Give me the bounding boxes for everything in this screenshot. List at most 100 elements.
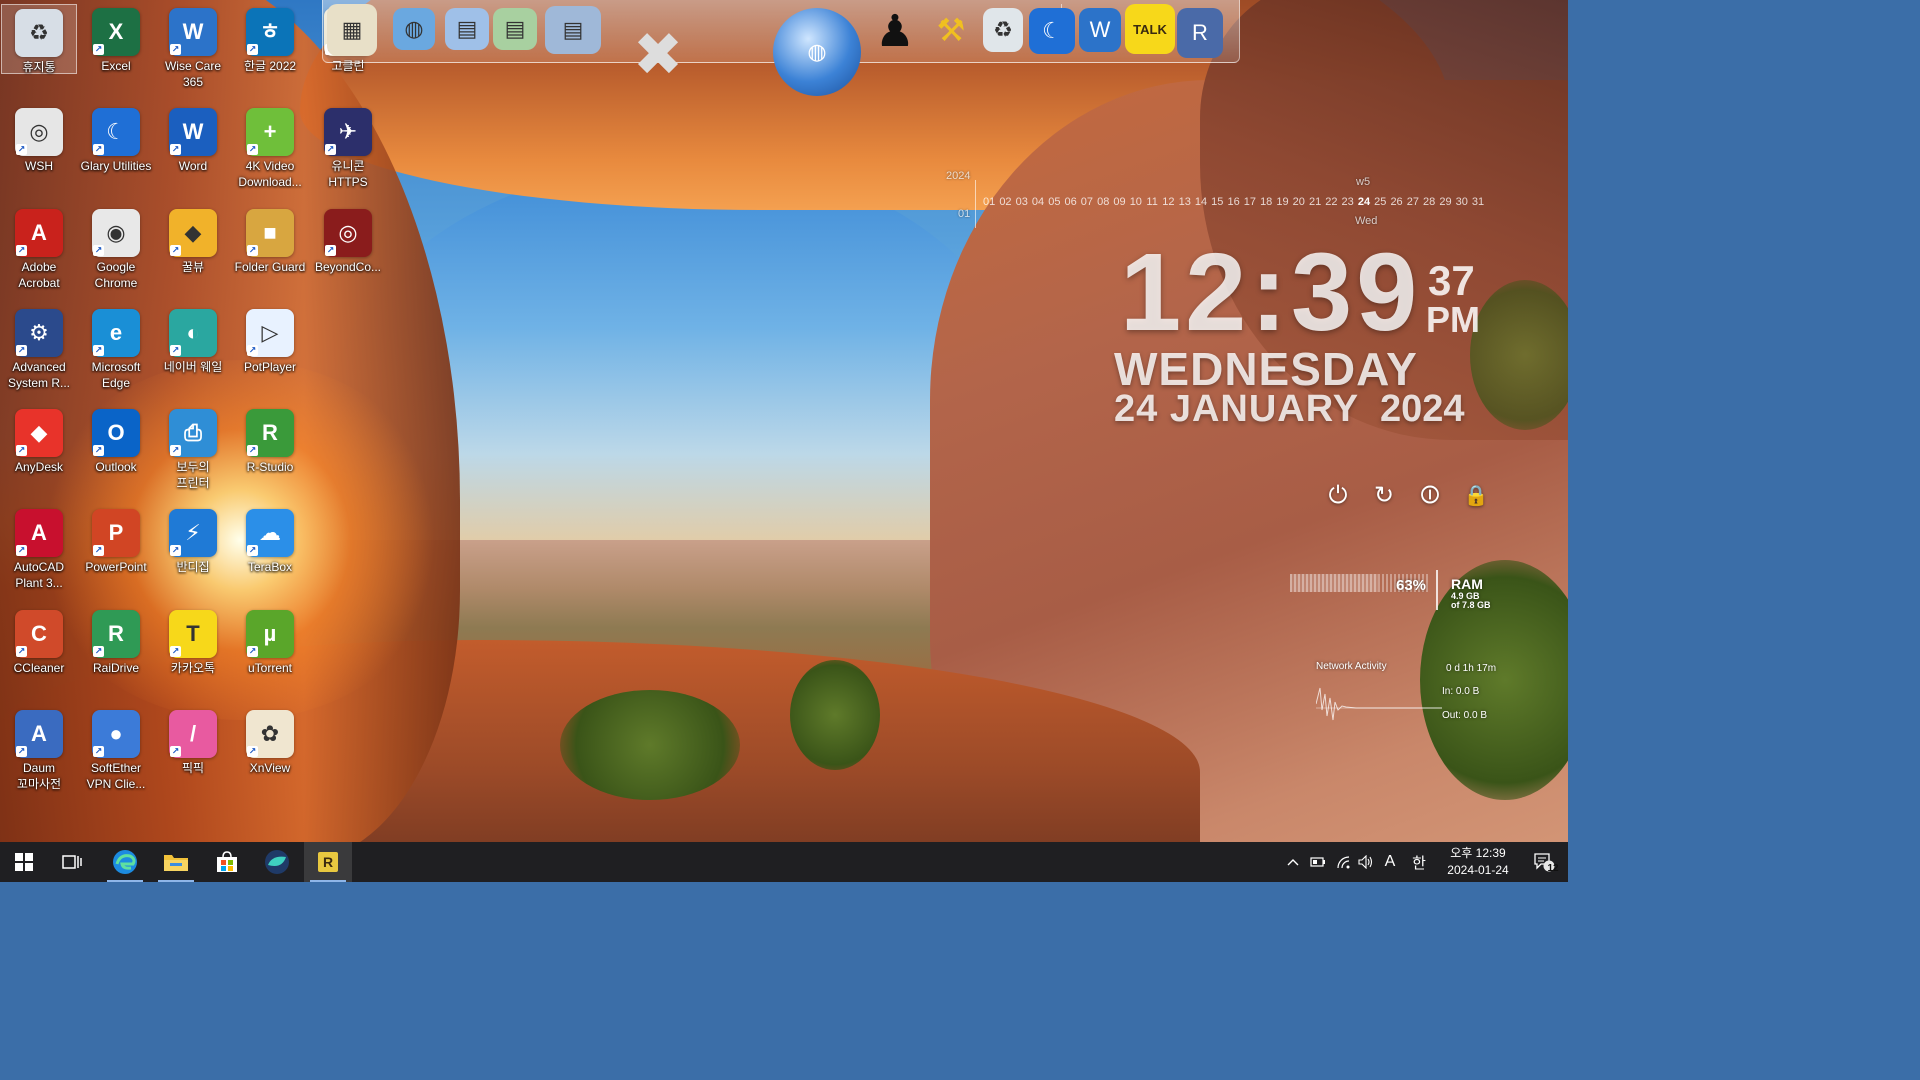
desktop-shortcut[interactable]: µ ↗ uTorrent	[232, 606, 308, 702]
desktop-shortcut[interactable]: ◉ ↗ Google Chrome	[78, 205, 154, 301]
ime-mode-hangul[interactable]: 한	[1408, 852, 1430, 872]
desktop-shortcut-label: TeraBox	[247, 560, 293, 574]
file-explorer-icon[interactable]	[152, 842, 200, 882]
adobe-acrobat-icon: A ↗	[15, 209, 63, 257]
desktop-shortcut[interactable]: P ↗ PowerPoint	[78, 505, 154, 601]
shutdown-icon[interactable]: ⏼	[1416, 482, 1444, 510]
taskbar-time: 오후 12:39	[1450, 846, 1506, 860]
desktop-shortcut[interactable]: T ↗ 카카오톡	[155, 606, 231, 702]
softether-vpn-icon-glyph: ●	[109, 721, 123, 746]
power-off-icon[interactable]: ⏻	[1324, 482, 1352, 510]
windows-start-icon[interactable]	[0, 842, 48, 882]
desktop-shortcut[interactable]: R ↗ RaiDrive	[78, 606, 154, 702]
desktop-shortcut[interactable]: ♻ 휴지통	[1, 4, 77, 74]
desktop-shortcut[interactable]: ☁ ↗ TeraBox	[232, 505, 308, 601]
calendar-day: 19	[1276, 196, 1289, 208]
desktop-shortcut[interactable]: ✈ ↗ 유니콘 HTTPS	[310, 104, 386, 200]
shortcut-arrow-icon: ↗	[247, 44, 258, 55]
dock-kakaotalk-icon[interactable]: TALK	[1125, 4, 1175, 54]
tray-overflow-chevron-icon[interactable]	[1284, 852, 1302, 872]
word-icon: W ↗	[169, 108, 217, 156]
r-launcher-icon[interactable]: R	[304, 842, 352, 882]
wsh-icon: ◎ ↗	[15, 108, 63, 156]
restart-icon[interactable]: ↻	[1370, 482, 1398, 510]
calendar-day: 22	[1325, 196, 1338, 208]
dock-recycle-bin-icon[interactable]: ♻	[983, 8, 1023, 52]
ime-mode-a[interactable]: A	[1380, 852, 1400, 872]
dock-tshirt-icon[interactable]: ♟	[871, 4, 919, 58]
calendar-day: 01	[983, 196, 996, 208]
desktop-shortcut[interactable]: ◎ ↗ WSH	[1, 104, 77, 200]
desktop-shortcut[interactable]: C ↗ CCleaner	[1, 606, 77, 702]
kakaotalk-icon: T ↗	[169, 610, 217, 658]
desktop-shortcut[interactable]: A ↗ AutoCAD Plant 3...	[1, 505, 77, 601]
desktop-shortcut[interactable]: O ↗ Outlook	[78, 405, 154, 501]
desktop-shortcut-label: 카카오톡	[170, 661, 216, 675]
taskbar-date: 2024-01-24	[1447, 863, 1509, 877]
desktop-shortcut[interactable]: + ↗ 4K Video Download...	[232, 104, 308, 200]
dock-system-tools-icon[interactable]: ✖	[613, 10, 703, 100]
dock-folder-green-icon[interactable]: ▤	[493, 8, 537, 50]
desktop-shortcut-label: Glary Utilities	[80, 159, 152, 173]
desktop-shortcut[interactable]: A ↗ Adobe Acrobat	[1, 205, 77, 301]
shortcut-arrow-icon: ↗	[16, 646, 27, 657]
desktop-shortcut[interactable]: ㅎ ↗ 한글 2022	[232, 4, 308, 100]
taskbar-clock[interactable]: 오후 12:39 2024-01-24	[1440, 845, 1516, 879]
desktop-shortcut[interactable]: ⎙ ↗ 보두의 프린터	[155, 405, 231, 501]
desktop-shortcut[interactable]: / ↗ 픽픽	[155, 706, 231, 802]
naver-whale-icon[interactable]	[253, 842, 301, 882]
dock-folder-icon[interactable]: ▤	[445, 8, 489, 50]
dock-internet-globe-icon[interactable]: ◍	[773, 8, 861, 96]
dock-glary-utilities-icon[interactable]: ☾	[1029, 8, 1075, 54]
desktop-shortcut-label: Daum 꼬마사전	[16, 761, 62, 791]
anydesk-icon-glyph: ◆	[30, 420, 48, 445]
desktop-shortcut[interactable]: ⚙ ↗ Advanced System R...	[1, 305, 77, 401]
desktop-shortcut[interactable]: W ↗ Word	[155, 104, 231, 200]
microsoft-store-icon[interactable]	[203, 842, 251, 882]
desktop-shortcut-label: Advanced System R...	[7, 360, 70, 390]
dock-web-globe-icon[interactable]: ◍	[393, 8, 435, 50]
desktop-shortcut[interactable]: ◆ ↗ AnyDesk	[1, 405, 77, 501]
calendar-day: 15	[1211, 196, 1224, 208]
desktop-shortcut[interactable]: ◆ ↗ 꿀뷰	[155, 205, 231, 301]
autocad-plant3d-icon: A ↗	[15, 509, 63, 557]
calendar-day: 28	[1423, 196, 1436, 208]
desktop-shortcut[interactable]: A ↗ Daum 꼬마사전	[1, 706, 77, 802]
unicorn-https-icon-glyph: ✈	[338, 119, 358, 144]
dock-folder-disk-icon[interactable]: ▤	[545, 6, 601, 54]
dock-r-launcher-icon[interactable]: R	[1177, 8, 1223, 58]
desktop-shortcut[interactable]: ● ↗ SoftEther VPN Clie...	[78, 706, 154, 802]
adobe-acrobat-icon-glyph: A	[31, 220, 47, 245]
dock-hammer-tool-icon[interactable]: ⚒	[929, 12, 973, 48]
shortcut-arrow-icon: ↗	[170, 245, 181, 256]
utorrent-icon: µ ↗	[246, 610, 294, 658]
softether-vpn-icon: ● ↗	[92, 710, 140, 758]
unicorn-https-icon: ✈ ↗	[324, 108, 372, 156]
microsoft-edge-icon[interactable]	[101, 842, 149, 882]
battery-icon[interactable]	[1308, 852, 1328, 872]
volume-icon[interactable]	[1356, 852, 1376, 872]
desktop-shortcut[interactable]: ⚡ ↗ 반디집	[155, 505, 231, 601]
notification-center-button[interactable]: 12	[1520, 842, 1568, 882]
calendar-day: 29	[1439, 196, 1452, 208]
shortcut-arrow-icon: ↗	[170, 545, 181, 556]
dock-photo-viewer-icon[interactable]: ▦	[327, 4, 377, 56]
desktop-shortcut[interactable]: ▷ ↗ PotPlayer	[232, 305, 308, 401]
desktop-shortcut[interactable]: W ↗ Wise Care 365	[155, 4, 231, 100]
lock-icon[interactable]: 🔒	[1462, 482, 1490, 510]
wifi-icon[interactable]	[1334, 852, 1354, 872]
desktop-shortcut[interactable]: X ↗ Excel	[78, 4, 154, 100]
honeyview-icon-glyph: ◆	[184, 220, 202, 245]
desktop-shortcut[interactable]: ◎ ↗ BeyondCo...	[310, 205, 386, 301]
anydesk-icon: ◆ ↗	[15, 409, 63, 457]
dock-wise-care-icon[interactable]: W	[1079, 8, 1121, 52]
desktop-shortcut[interactable]: e ↗ Microsoft Edge	[78, 305, 154, 401]
task-view-icon[interactable]	[48, 842, 96, 882]
desktop-shortcut[interactable]: ✿ ↗ XnView	[232, 706, 308, 802]
desktop-shortcut[interactable]: ■ ↗ Folder Guard	[232, 205, 308, 301]
calendar-year: 2024	[946, 170, 971, 182]
naver-whale-icon: ◐ ↗	[169, 309, 217, 357]
desktop-shortcut[interactable]: ◐ ↗ 네이버 웨일	[155, 305, 231, 401]
desktop-shortcut[interactable]: R ↗ R-Studio	[232, 405, 308, 501]
desktop-shortcut[interactable]: ☾ ↗ Glary Utilities	[78, 104, 154, 200]
